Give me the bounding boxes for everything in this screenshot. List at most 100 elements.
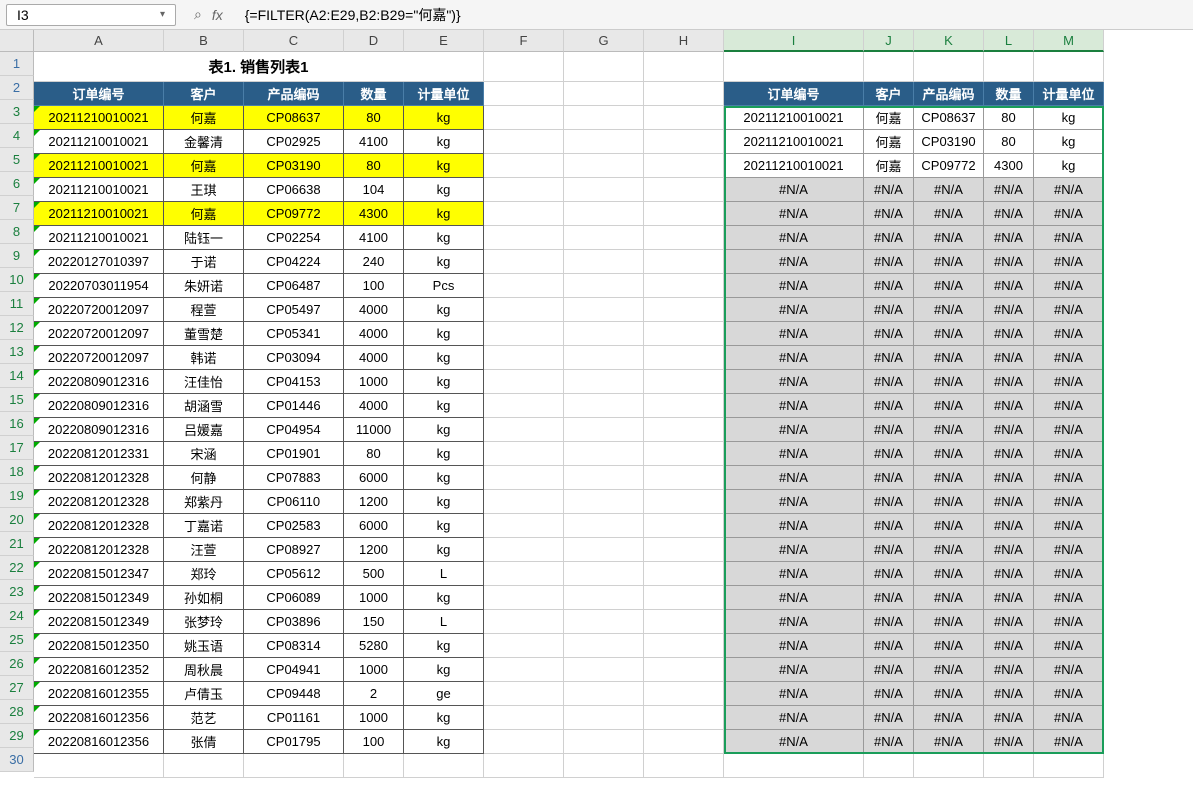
cell[interactable]: #N/A [984,250,1034,274]
cell[interactable]: #N/A [914,466,984,490]
cell[interactable]: 150 [344,610,404,634]
cell[interactable]: #N/A [1034,202,1104,226]
cell[interactable]: kg [404,202,484,226]
row-header-22[interactable]: 22 [0,556,34,580]
cell[interactable]: #N/A [1034,418,1104,442]
cell[interactable]: #N/A [914,682,984,706]
cell[interactable]: #N/A [984,490,1034,514]
cell[interactable]: #N/A [864,490,914,514]
cell[interactable]: #N/A [914,346,984,370]
cell[interactable]: #N/A [984,418,1034,442]
row-header-23[interactable]: 23 [0,580,34,604]
cell[interactable] [644,442,724,466]
cell[interactable] [644,706,724,730]
cell[interactable]: #N/A [984,178,1034,202]
cell[interactable] [564,82,644,106]
cell[interactable]: #N/A [864,322,914,346]
cell[interactable]: #N/A [724,442,864,466]
cell[interactable]: CP06638 [244,178,344,202]
cell[interactable]: CP04954 [244,418,344,442]
cell[interactable] [484,658,564,682]
cell[interactable] [564,226,644,250]
cell[interactable]: #N/A [914,322,984,346]
cell[interactable]: #N/A [984,706,1034,730]
cell[interactable]: 何嘉 [864,130,914,154]
cell[interactable]: 数量 [984,82,1034,106]
cell[interactable]: 20211210010021 [34,178,164,202]
row-header-6[interactable]: 6 [0,172,34,196]
cell[interactable] [484,466,564,490]
cell[interactable]: 20220812012328 [34,538,164,562]
row-header-2[interactable]: 2 [0,76,34,100]
cell[interactable] [644,538,724,562]
cell[interactable]: #N/A [724,538,864,562]
cell[interactable]: #N/A [1034,658,1104,682]
cell[interactable]: kg [404,634,484,658]
cell[interactable] [484,322,564,346]
cell[interactable] [984,52,1034,82]
column-header-L[interactable]: L [984,30,1034,52]
cell[interactable]: kg [404,442,484,466]
cell[interactable]: 张梦玲 [164,610,244,634]
cell[interactable]: #N/A [914,634,984,658]
cell[interactable] [484,634,564,658]
cell[interactable]: CP02583 [244,514,344,538]
row-header-15[interactable]: 15 [0,388,34,412]
column-header-J[interactable]: J [864,30,914,52]
cell[interactable]: #N/A [864,586,914,610]
row-header-29[interactable]: 29 [0,724,34,748]
cell[interactable] [644,154,724,178]
cell[interactable] [484,562,564,586]
cell[interactable]: 20220703011954 [34,274,164,298]
cell[interactable]: 20211210010021 [34,154,164,178]
cell[interactable]: CP03094 [244,346,344,370]
cell[interactable] [484,754,564,778]
cell[interactable]: 陆钰一 [164,226,244,250]
cell[interactable]: 4100 [344,226,404,250]
cell[interactable]: kg [404,178,484,202]
cell[interactable]: 20220816012356 [34,706,164,730]
cell[interactable]: 4000 [344,298,404,322]
cell[interactable]: 20220809012316 [34,394,164,418]
cell[interactable] [564,418,644,442]
cell[interactable] [564,346,644,370]
cell[interactable]: 240 [344,250,404,274]
cell[interactable] [484,610,564,634]
cell[interactable] [564,610,644,634]
cell[interactable]: 20220720012097 [34,346,164,370]
cell[interactable] [404,754,484,778]
cell[interactable]: #N/A [724,202,864,226]
cell[interactable]: kg [404,490,484,514]
column-header-C[interactable]: C [244,30,344,52]
cell[interactable]: #N/A [1034,442,1104,466]
cell[interactable]: 20220812012328 [34,490,164,514]
cell[interactable]: #N/A [914,226,984,250]
cell[interactable] [564,130,644,154]
cell[interactable]: 何嘉 [164,154,244,178]
cell[interactable]: 孙如桐 [164,586,244,610]
cell[interactable]: kg [404,226,484,250]
row-header-24[interactable]: 24 [0,604,34,628]
cell[interactable] [484,442,564,466]
cell[interactable] [644,466,724,490]
cell[interactable] [564,442,644,466]
cell[interactable]: ge [404,682,484,706]
cell[interactable]: 丁嘉诺 [164,514,244,538]
cell[interactable]: #N/A [864,274,914,298]
cell[interactable]: #N/A [984,466,1034,490]
cell[interactable]: #N/A [1034,586,1104,610]
cell[interactable]: #N/A [724,298,864,322]
cell[interactable]: 1000 [344,586,404,610]
cell[interactable]: CP06089 [244,586,344,610]
cell[interactable]: #N/A [914,202,984,226]
cell[interactable]: #N/A [914,730,984,754]
cell[interactable] [644,178,724,202]
cell[interactable]: #N/A [984,562,1034,586]
cell[interactable]: L [404,562,484,586]
cell[interactable]: CP01446 [244,394,344,418]
cell[interactable]: 20220815012349 [34,610,164,634]
cell[interactable]: #N/A [864,634,914,658]
row-header-27[interactable]: 27 [0,676,34,700]
cell[interactable]: 何嘉 [864,106,914,130]
row-header-13[interactable]: 13 [0,340,34,364]
